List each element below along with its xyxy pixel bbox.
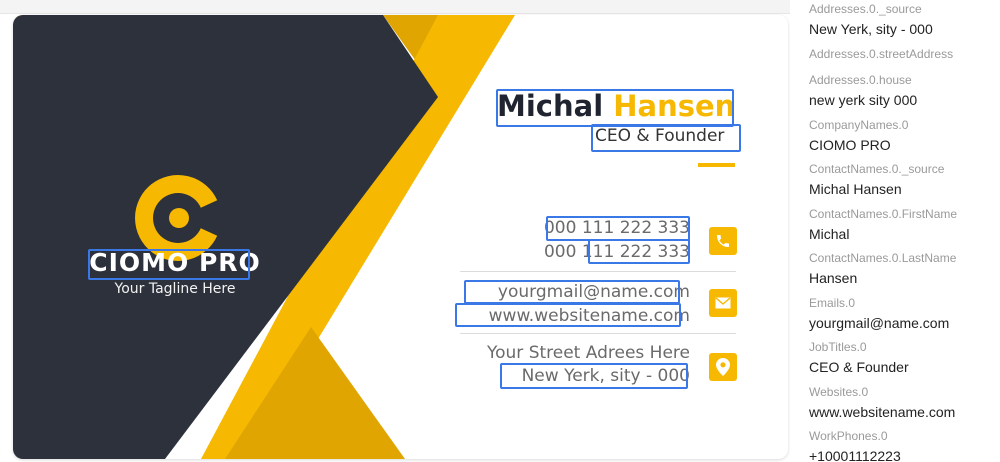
field-value[interactable]: yourgmail@name.com: [809, 315, 949, 331]
field-addresses-source: Addresses.0._source New Yerk, sity - 000: [809, 2, 933, 37]
business-card-image: CIOMO PRO Your Tagline Here Michal Hanse…: [13, 15, 788, 459]
ocr-box-phone-1[interactable]: [546, 216, 690, 241]
field-contact-first-name: ContactNames.0.FirstName Michal: [809, 207, 957, 242]
field-key: Emails.0: [809, 296, 856, 310]
field-value[interactable]: Hansen: [809, 270, 956, 286]
field-value[interactable]: +10001112223: [809, 448, 901, 462]
field-addresses-street: Addresses.0.streetAddress: [809, 47, 953, 66]
field-contact-last-name: ContactNames.0.LastName Hansen: [809, 251, 956, 286]
company-tagline: Your Tagline Here: [114, 281, 236, 297]
field-value[interactable]: CEO & Founder: [809, 359, 909, 375]
image-viewer: CIOMO PRO Your Tagline Here Michal Hanse…: [0, 0, 790, 462]
field-key: Addresses.0.house: [809, 73, 912, 87]
extracted-fields-panel: Addresses.0._source New Yerk, sity - 000…: [790, 0, 1000, 462]
field-key: ContactNames.0.LastName: [809, 251, 957, 265]
app-root: CIOMO PRO Your Tagline Here Michal Hanse…: [0, 0, 1000, 462]
street-address: Your Street Adrees Here: [487, 343, 690, 363]
field-value[interactable]: New Yerk, sity - 000: [809, 21, 933, 37]
field-value[interactable]: www.websitename.com: [809, 404, 955, 420]
field-websites: Websites.0 www.websitename.com: [809, 385, 955, 420]
field-key: CompanyNames.0: [809, 118, 909, 132]
field-key: Websites.0: [809, 385, 869, 399]
field-value[interactable]: new yerk sity 000: [809, 92, 917, 108]
field-key: Addresses.0.streetAddress: [809, 47, 954, 61]
field-value[interactable]: CIOMO PRO: [809, 137, 908, 153]
field-key: Addresses.0._source: [809, 2, 922, 16]
field-key: ContactNames.0._source: [809, 162, 945, 176]
field-key: JobTitles.0: [809, 340, 867, 354]
field-key: ContactNames.0.FirstName: [809, 207, 958, 221]
accent-line: [698, 163, 735, 167]
mail-icon: [709, 289, 737, 317]
divider-1: [460, 271, 736, 272]
field-key: WorkPhones.0: [809, 429, 888, 443]
ocr-box-title[interactable]: [591, 124, 741, 152]
field-value[interactable]: Michal: [809, 226, 957, 242]
divider-2: [460, 333, 736, 334]
ocr-box-email[interactable]: [464, 280, 680, 304]
ocr-box-city[interactable]: [500, 363, 688, 389]
field-emails: Emails.0 yourgmail@name.com: [809, 296, 949, 331]
field-contact-source: ContactNames.0._source Michal Hansen: [809, 162, 944, 197]
ocr-box-name[interactable]: [496, 89, 734, 127]
ocr-box-website[interactable]: [455, 303, 681, 327]
field-company-names: CompanyNames.0 CIOMO PRO: [809, 118, 908, 153]
phone-icon: [709, 227, 737, 255]
ocr-box-company[interactable]: [88, 249, 250, 280]
field-value[interactable]: Michal Hansen: [809, 181, 944, 197]
field-job-titles: JobTitles.0 CEO & Founder: [809, 340, 909, 375]
field-work-phones: WorkPhones.0 +10001112223: [809, 429, 901, 462]
top-strip: [0, 0, 790, 14]
field-addresses-house: Addresses.0.house new yerk sity 000: [809, 73, 917, 108]
ocr-box-phone-2[interactable]: [588, 239, 690, 264]
location-pin-icon: [709, 353, 737, 381]
